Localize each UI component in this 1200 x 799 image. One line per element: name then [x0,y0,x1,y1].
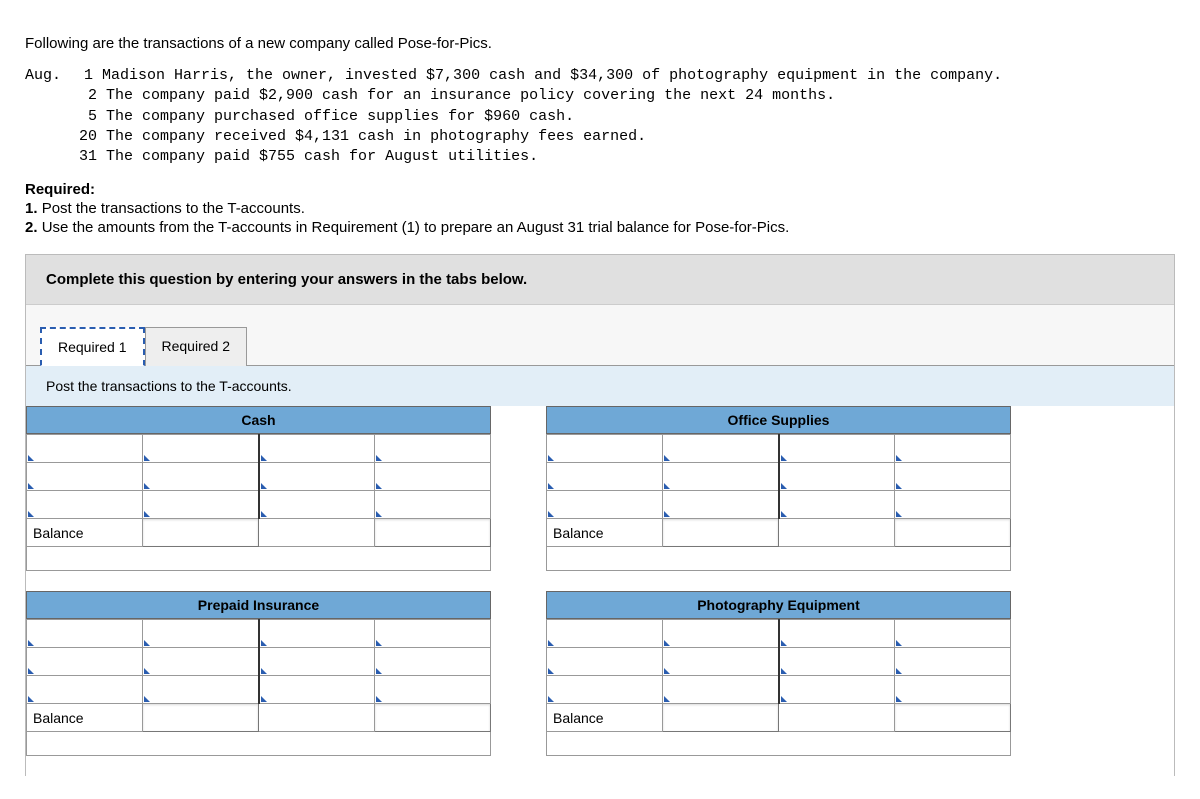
debit-amount-input[interactable] [143,463,259,491]
balance-spacer [779,704,895,732]
debit-amount-input[interactable] [143,648,259,676]
spacer-row [27,732,491,756]
date-dropdown[interactable] [259,435,375,463]
date-dropdown[interactable] [27,676,143,704]
t-account-header: Office Supplies [546,406,1011,434]
t-account-prepaid-insurance: Prepaid Insurance [26,591,491,756]
date-dropdown[interactable] [259,648,375,676]
balance-spacer [259,519,375,547]
tab-row: Required 1 Required 2 [26,305,1174,366]
balance-label: Balance [27,704,143,732]
balance-spacer [779,519,895,547]
debit-amount-input[interactable] [663,620,779,648]
date-dropdown[interactable] [259,620,375,648]
date-dropdown[interactable] [779,620,895,648]
date-dropdown[interactable] [779,648,895,676]
date-dropdown[interactable] [259,491,375,519]
balance-debit-input[interactable] [143,519,259,547]
credit-amount-input[interactable] [895,676,1011,704]
debit-amount-input[interactable] [143,676,259,704]
balance-credit-input[interactable] [375,704,491,732]
balance-credit-input[interactable] [895,519,1011,547]
balance-credit-input[interactable] [375,519,491,547]
spacer-row [547,547,1011,571]
date-dropdown[interactable] [27,463,143,491]
transaction-line: 1 Madison Harris, the owner, invested $7… [75,67,1002,84]
credit-amount-input[interactable] [895,491,1011,519]
balance-label: Balance [547,519,663,547]
t-account-cash: Cash [26,406,491,571]
debit-amount-input[interactable] [663,676,779,704]
date-dropdown[interactable] [27,435,143,463]
t-account-header: Cash [26,406,491,434]
date-dropdown[interactable] [547,620,663,648]
date-dropdown[interactable] [779,676,895,704]
required-heading: Required: [25,181,1175,198]
balance-label: Balance [547,704,663,732]
tab-required-2[interactable]: Required 2 [145,327,248,366]
required-item-text: Post the transactions to the T-accounts. [42,200,305,217]
balance-debit-input[interactable] [663,519,779,547]
date-dropdown[interactable] [27,648,143,676]
transaction-line: 5 The company purchased office supplies … [79,108,574,125]
credit-amount-input[interactable] [375,463,491,491]
credit-amount-input[interactable] [895,435,1011,463]
date-dropdown[interactable] [547,435,663,463]
t-account-header: Prepaid Insurance [26,591,491,619]
t-account-office-supplies: Office Supplies [546,406,1011,571]
t-account-header: Photography Equipment [546,591,1011,619]
date-dropdown[interactable] [259,676,375,704]
debit-amount-input[interactable] [143,435,259,463]
required-block: Required: 1. Post the transactions to th… [25,181,1175,236]
date-dropdown[interactable] [547,676,663,704]
credit-amount-input[interactable] [375,435,491,463]
month-label: Aug. [25,66,75,86]
date-dropdown[interactable] [779,491,895,519]
balance-credit-input[interactable] [895,704,1011,732]
date-dropdown[interactable] [27,491,143,519]
balance-label: Balance [27,519,143,547]
credit-amount-input[interactable] [895,648,1011,676]
date-dropdown[interactable] [547,491,663,519]
credit-amount-input[interactable] [895,463,1011,491]
date-dropdown[interactable] [779,435,895,463]
date-dropdown[interactable] [779,463,895,491]
debit-amount-input[interactable] [663,463,779,491]
required-item: 1. Post the transactions to the T-accoun… [25,200,1175,217]
balance-spacer [259,704,375,732]
transaction-line: 2 The company paid $2,900 cash for an in… [79,87,835,104]
intro-text: Following are the transactions of a new … [25,35,1175,52]
date-dropdown[interactable] [259,463,375,491]
tab-instruction: Post the transactions to the T-accounts. [26,366,1174,406]
transaction-line: 20 The company received $4,131 cash in p… [79,128,646,145]
credit-amount-input[interactable] [895,620,1011,648]
required-item-text: Use the amounts from the T-accounts in R… [42,219,790,236]
required-item: 2. Use the amounts from the T-accounts i… [25,219,1175,236]
instruction-bar: Complete this question by entering your … [26,255,1174,305]
date-dropdown[interactable] [547,648,663,676]
debit-amount-input[interactable] [663,435,779,463]
credit-amount-input[interactable] [375,676,491,704]
transaction-line: 31 The company paid $755 cash for August… [79,148,538,165]
spacer-row [27,547,491,571]
transaction-list: Aug. 1 Madison Harris, the owner, invest… [25,66,1175,167]
date-dropdown[interactable] [547,463,663,491]
credit-amount-input[interactable] [375,648,491,676]
t-accounts-grid: Cash [26,406,1174,776]
date-dropdown[interactable] [27,620,143,648]
debit-amount-input[interactable] [143,491,259,519]
balance-debit-input[interactable] [663,704,779,732]
tab-required-1[interactable]: Required 1 [40,327,145,366]
credit-amount-input[interactable] [375,491,491,519]
credit-amount-input[interactable] [375,620,491,648]
answer-area: Complete this question by entering your … [25,254,1175,776]
t-account-photography-equipment: Photography Equipment [546,591,1011,756]
debit-amount-input[interactable] [663,648,779,676]
balance-debit-input[interactable] [143,704,259,732]
debit-amount-input[interactable] [663,491,779,519]
spacer-row [547,732,1011,756]
debit-amount-input[interactable] [143,620,259,648]
